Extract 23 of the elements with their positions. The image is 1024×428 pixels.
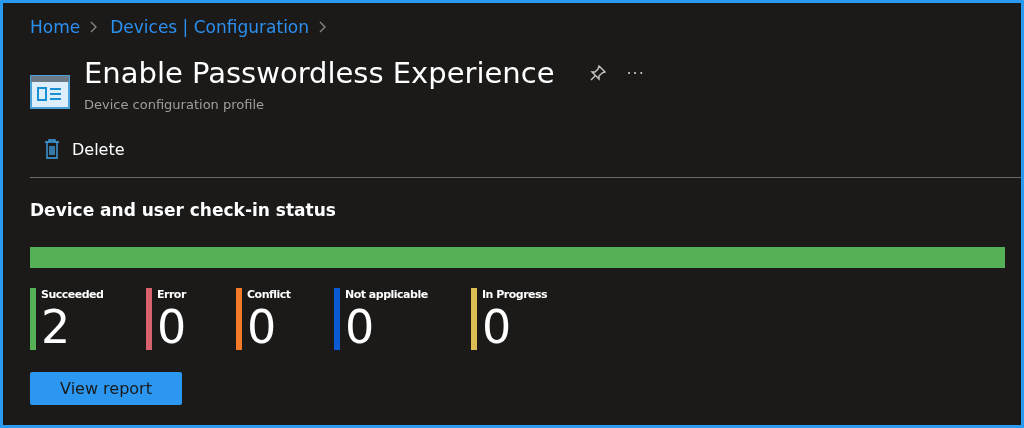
status-label: In Progress — [482, 288, 548, 302]
status-count: 2 — [41, 302, 72, 352]
delete-button[interactable]: Delete — [30, 139, 125, 159]
breadcrumb-link[interactable]: Devices | Configuration — [110, 17, 310, 37]
status-count: 0 — [482, 302, 513, 352]
status-label: Not applicable — [345, 288, 428, 302]
status-count: 0 — [345, 302, 376, 352]
status-count: 0 — [157, 302, 187, 352]
pin-icon[interactable] — [588, 64, 607, 82]
page-subtitle: Device configuration profile — [84, 97, 266, 112]
status-label: Conflict — [247, 288, 291, 302]
chevron-icon — [90, 21, 99, 33]
breadcrumb-link[interactable]: Home — [30, 17, 81, 37]
page-title: Enable Passwordless Experience — [84, 55, 555, 92]
more-button[interactable]: ··· — [626, 63, 645, 83]
status-label: Succeeded — [41, 288, 104, 302]
status-label: Error — [157, 288, 187, 302]
trash-icon — [44, 139, 60, 159]
profile-icon — [30, 75, 70, 109]
view-report-button[interactable]: View report — [30, 372, 182, 405]
chevron-icon — [319, 21, 328, 33]
section-heading: Device and user check-in status — [30, 199, 337, 222]
status-count: 0 — [247, 302, 278, 352]
